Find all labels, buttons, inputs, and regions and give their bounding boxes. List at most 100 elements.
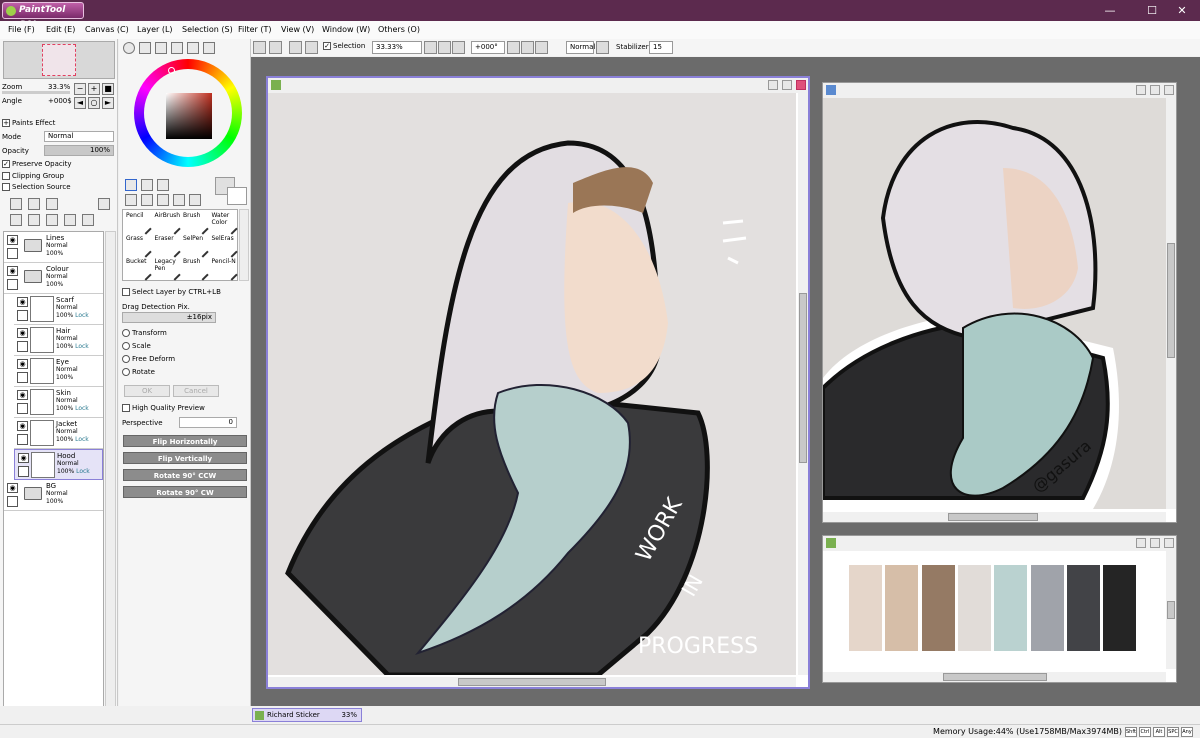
minimize-button[interactable]: — <box>1092 0 1128 21</box>
main-document-titlebar[interactable] <box>268 78 808 93</box>
rotate-ccw-button[interactable]: Rotate 90° CCW <box>123 469 247 481</box>
layer-select-checkbox[interactable] <box>18 466 29 477</box>
saturation-value-box[interactable] <box>166 93 212 139</box>
free-deform-radio[interactable]: Free Deform <box>122 355 175 363</box>
ref-close-icon[interactable] <box>1164 85 1174 95</box>
rotate-cw-button[interactable]: Rotate 90° CW <box>123 486 247 498</box>
tool-grass[interactable]: Grass <box>124 235 153 258</box>
layer-settings-icon[interactable] <box>82 214 94 226</box>
tool-grid-scrollbar[interactable] <box>239 209 249 281</box>
menu-canvas[interactable]: Canvas (C) <box>85 25 129 34</box>
palette-swatch[interactable] <box>885 565 919 651</box>
new-folder-icon[interactable] <box>46 198 58 210</box>
scratchpad-icon[interactable] <box>203 42 215 54</box>
new-linework-layer-icon[interactable] <box>28 198 40 210</box>
ref-minimize-icon[interactable] <box>1136 85 1146 95</box>
new-layer-icon[interactable] <box>10 198 22 210</box>
color-wheel[interactable] <box>134 59 242 167</box>
paints-effect-toggle[interactable]: + Paints Effect <box>2 119 55 127</box>
mode-select[interactable]: Normal <box>44 131 114 142</box>
eye-icon[interactable]: ◉ <box>17 328 28 338</box>
opacity-slider[interactable]: 100% <box>44 145 114 156</box>
layer-jacket[interactable]: ◉ Jacket Normal 100% Lock <box>14 418 103 449</box>
layer-mask-icon[interactable] <box>98 198 110 210</box>
layer-hair[interactable]: ◉ Hair Normal 100% Lock <box>14 325 103 356</box>
hand-icon[interactable] <box>173 194 185 206</box>
ref-vertical-scrollbar[interactable] <box>1166 98 1176 509</box>
drag-detection-field[interactable]: ±16pix <box>122 312 216 323</box>
rotate-reset-icon[interactable] <box>521 41 534 54</box>
transfer-down-icon[interactable] <box>10 214 22 226</box>
rotate-right-icon[interactable] <box>535 41 548 54</box>
zoom-reset-icon[interactable] <box>452 41 465 54</box>
zoom-slider[interactable] <box>2 91 70 94</box>
layer-hood[interactable]: ◉ Hood Normal 100% Lock <box>14 449 103 480</box>
rotate-reset-icon[interactable]: ○ <box>88 97 100 109</box>
eye-icon[interactable]: ◉ <box>18 453 29 463</box>
angle-select[interactable]: +000° <box>471 41 505 54</box>
rotate-left-icon[interactable] <box>507 41 520 54</box>
move-icon[interactable] <box>125 194 137 206</box>
tool-eraser[interactable]: Eraser <box>153 235 182 258</box>
zoom-in-icon[interactable]: + <box>88 83 100 95</box>
doc-minimize-icon[interactable] <box>768 80 778 90</box>
lasso-select-icon[interactable] <box>141 179 153 191</box>
ref-vscroll-thumb[interactable] <box>1167 243 1175 358</box>
tool-pencil-n[interactable]: Pencil-N <box>210 258 239 281</box>
menu-window[interactable]: Window (W) <box>322 25 370 34</box>
palette-horizontal-scrollbar[interactable] <box>823 672 1166 682</box>
eye-icon[interactable]: ◉ <box>17 421 28 431</box>
layer-skin[interactable]: ◉ Skin Normal 100% Lock <box>14 387 103 418</box>
eye-icon[interactable]: ◉ <box>7 235 18 245</box>
palette-swatch[interactable] <box>1103 565 1137 651</box>
layer-eye[interactable]: ◉ Eye Normal 100% <box>14 356 103 387</box>
main-vertical-scrollbar[interactable] <box>798 93 808 675</box>
eye-icon[interactable]: ◉ <box>7 483 18 493</box>
reference-canvas[interactable]: @gasura <box>823 98 1166 509</box>
magic-wand-icon[interactable] <box>157 179 169 191</box>
main-vscroll-thumb[interactable] <box>799 293 807 463</box>
rect-select-icon[interactable] <box>125 179 137 191</box>
eye-icon[interactable]: ◉ <box>17 359 28 369</box>
cancel-button[interactable]: Cancel <box>173 385 219 397</box>
clear-layer-icon[interactable] <box>46 214 58 226</box>
eye-icon[interactable]: ◉ <box>17 297 28 307</box>
layer-select-checkbox[interactable] <box>17 341 28 352</box>
palette-hscroll-thumb[interactable] <box>943 673 1047 681</box>
ref-horizontal-scrollbar[interactable] <box>823 512 1166 522</box>
reference-titlebar[interactable] <box>823 83 1176 98</box>
layer-select-checkbox[interactable] <box>17 403 28 414</box>
flip-horizontally-button[interactable]: Flip Horizontally <box>123 435 247 447</box>
menu-layer[interactable]: Layer (L) <box>137 25 173 34</box>
tool-brush[interactable]: Brush <box>181 258 210 281</box>
flip-vertically-button[interactable]: Flip Vertically <box>123 452 247 464</box>
blend-mode-select[interactable]: Normal <box>566 41 595 54</box>
layer-colour[interactable]: ◉ Colour Normal 100% <box>4 263 103 294</box>
hsv-slider-icon[interactable] <box>155 42 167 54</box>
menu-filter[interactable]: Filter (T) <box>238 25 271 34</box>
zoom-out-icon[interactable] <box>424 41 437 54</box>
layer-bg[interactable]: ◉ BG Normal 100% <box>4 480 103 511</box>
close-button[interactable]: ✕ <box>1164 0 1200 21</box>
menu-file[interactable]: File (F) <box>8 25 35 34</box>
layer-select-checkbox[interactable] <box>17 310 28 321</box>
palette-swatch[interactable] <box>957 565 991 651</box>
doc-maximize-icon[interactable] <box>782 80 792 90</box>
main-canvas[interactable]: PROGRESS WORK IN <box>268 93 796 675</box>
menu-others[interactable]: Others (O) <box>378 25 420 34</box>
palette-swatch[interactable] <box>921 565 955 651</box>
color-mixer-icon[interactable] <box>171 42 183 54</box>
menu-selection[interactable]: Selection (S) <box>182 25 233 34</box>
redo-icon[interactable] <box>269 41 282 54</box>
tool-pencil[interactable]: Pencil <box>124 212 153 235</box>
tool-airbrush[interactable]: AirBrush <box>153 212 182 235</box>
zoom-in-icon[interactable] <box>438 41 451 54</box>
selection-source-checkbox[interactable]: Selection Source <box>2 183 71 191</box>
palette-vscroll-thumb[interactable] <box>1167 601 1175 619</box>
menu-view[interactable]: View (V) <box>281 25 314 34</box>
preserve-opacity-checkbox[interactable]: ✓ Preserve Opacity <box>2 160 72 168</box>
transform-radio[interactable]: Transform <box>122 329 167 337</box>
doc-close-icon[interactable] <box>796 80 806 90</box>
palette-swatch[interactable] <box>1030 565 1064 651</box>
tool-bucket[interactable]: Bucket <box>124 258 153 281</box>
